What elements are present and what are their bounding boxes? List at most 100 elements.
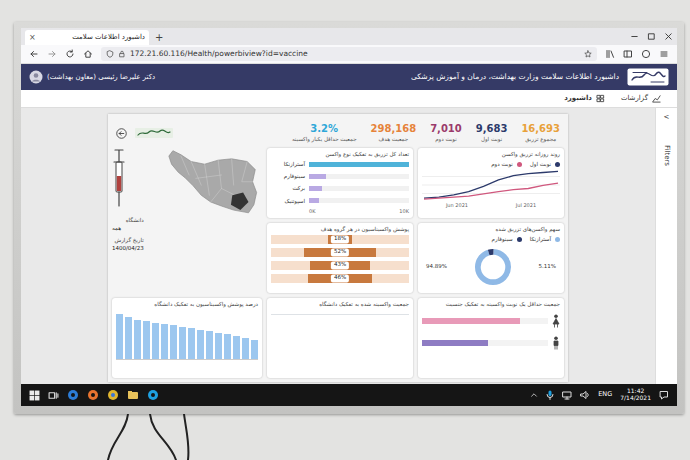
kpi-value: 16,693 (521, 123, 560, 135)
monitor: × داشبورد اطلاعات سلامت +172.21.60.116/Hea… (14, 22, 684, 414)
gender-fill (422, 340, 488, 346)
task-view-icon[interactable] (48, 390, 59, 401)
tray-chevron-icon[interactable] (530, 391, 538, 399)
new-tab-button[interactable]: + (149, 30, 169, 45)
taskbar: ENG 11:427/14/2021 (21, 384, 677, 406)
chrome-icon[interactable] (107, 389, 119, 401)
column-plot (116, 314, 258, 360)
bar-color (309, 198, 319, 203)
column-bar (215, 333, 222, 359)
home-icon[interactable] (83, 49, 93, 59)
clock[interactable]: 11:427/14/2021 (620, 388, 651, 402)
map-panel: دانشگاههمهتاریخ گزارش1400/04/23 (112, 148, 262, 293)
legend-label: آسترازنکا (530, 235, 551, 243)
vaccine-share-donut: سهم واکسن‌های تزریق شدهآسترازنکاسینوفارم… (418, 223, 564, 293)
kpi-value: 7,010 (430, 123, 462, 135)
nav-item[interactable]: داشبورد (564, 93, 605, 104)
minimize-icon[interactable] (630, 32, 639, 41)
funnel-list: 18%52%43%46% (271, 235, 409, 290)
bar-fill (309, 162, 409, 167)
notifications-icon[interactable] (659, 390, 669, 400)
bookmark-star-icon[interactable] (584, 50, 592, 58)
chart-legend: نوبت اولنوبت دوم (422, 160, 560, 168)
forward-icon[interactable] (47, 49, 57, 59)
maximize-icon[interactable] (647, 32, 656, 41)
url-text[interactable]: 172.21.60.116/Health/powerbiview?id=vacc… (130, 48, 580, 59)
column-bar (179, 327, 186, 359)
donut-row: 94.89%5.11% (422, 243, 560, 290)
browser-tab[interactable]: × داشبورد اطلاعات سلامت (25, 30, 149, 45)
wall: × داشبورد اطلاعات سلامت +172.21.60.116/Hea… (0, 0, 690, 414)
back-icon[interactable] (29, 49, 39, 59)
tab-close-button[interactable]: × (29, 32, 36, 44)
filters-label[interactable]: Filters (661, 145, 672, 166)
bar-label: سینوفارم (271, 172, 305, 180)
funnel-row: 43% (271, 261, 409, 270)
iran-map[interactable] (154, 148, 262, 278)
screen: × داشبورد اطلاعات سلامت +172.21.60.116/Hea… (21, 28, 677, 406)
header-brand: داشبورد اطلاعات سلامت وزارت بهداشت، درما… (411, 68, 669, 86)
bar-color (309, 162, 409, 167)
back-arrow-icon[interactable] (116, 128, 127, 139)
column-bar (224, 334, 231, 359)
input-language[interactable]: ENG (598, 390, 612, 400)
nav-label: گزارشات (621, 93, 648, 104)
skype-icon[interactable] (147, 389, 159, 401)
edge-icon[interactable] (67, 389, 79, 401)
funnel-value: 46% (331, 275, 349, 282)
slicer-value[interactable]: 1400/04/23 (112, 244, 144, 252)
axis-tick: 0K (309, 208, 315, 216)
windows-start-icon[interactable] (29, 390, 40, 401)
firefox-icon[interactable] (87, 389, 99, 401)
legend-item: سینوفارم (492, 235, 522, 243)
cables (0, 414, 690, 460)
coverage-funnel: پوشش واکسیناسیون در هر گروه هدف18%52%43%… (267, 223, 413, 293)
toolbar-icons (605, 49, 669, 59)
report-logo-icon (135, 126, 173, 140)
close-icon[interactable] (664, 32, 673, 41)
card-title: درصد پوشش واکسیناسیون به تفکیک دانشگاه (116, 301, 258, 308)
address-bar[interactable]: 172.21.60.116/Health/powerbiview?id=vacc… (101, 47, 597, 61)
microphone-icon[interactable] (546, 390, 554, 400)
kpi-label: جمعیت هدف (371, 135, 417, 143)
header-title: داشبورد اطلاعات سلامت وزارت بهداشت، درما… (411, 71, 619, 82)
reload-icon[interactable] (65, 49, 75, 59)
bar-label: برکت (271, 184, 305, 192)
ministry-logo-icon (627, 68, 669, 86)
axis-tick: Jul 2021 (516, 202, 536, 210)
file-explorer-icon[interactable] (127, 389, 139, 401)
donut-plot (473, 247, 513, 287)
card-title: پوشش واکسیناسیون در هر گروه هدف (271, 226, 409, 233)
donut-reading: 5.11% (539, 262, 556, 270)
report-top: 16,693مجموع تزریق9,683نوبت اول7,010نوبت … (112, 118, 564, 148)
filters-collapse-button[interactable]: < (664, 112, 670, 123)
kpi-card: 298,168جمعیت هدف (371, 123, 417, 143)
window-controls (630, 32, 673, 45)
sidebar-icon[interactable] (623, 49, 633, 59)
kpi-label: جمعیت حداقل یکبار واکسینه (292, 135, 357, 143)
funnel-value: 52% (331, 249, 349, 256)
system-tray: ENG 11:427/14/2021 (530, 388, 669, 402)
menu-icon[interactable] (659, 49, 669, 59)
dashboard-icon (596, 94, 605, 103)
legend-dot (517, 162, 522, 167)
avatar-icon[interactable] (29, 70, 43, 84)
bar-track (309, 198, 409, 203)
tab-title: داشبورد اطلاعات سلامت (40, 32, 145, 43)
column-bar (206, 331, 213, 359)
account-icon[interactable] (641, 49, 651, 59)
library-icon[interactable] (605, 49, 615, 59)
nav-item[interactable]: گزارشات (621, 93, 661, 104)
app-header: دکتر علیرضا رئیسی (معاون بهداشت) داشبورد … (21, 64, 677, 90)
volume-icon[interactable] (580, 390, 590, 400)
user-name[interactable]: دکتر علیرضا رئیسی (معاون بهداشت) (47, 72, 155, 83)
bar-row: برکت (271, 184, 409, 192)
bar-axis: 0K10K (271, 208, 409, 216)
donut-segment (478, 251, 508, 281)
page-info-icon[interactable] (118, 50, 126, 58)
slicer-value[interactable]: همه (112, 224, 144, 232)
network-icon[interactable] (562, 390, 572, 400)
filters-pane[interactable]: < Filters (655, 108, 677, 384)
donut-segment (478, 251, 508, 281)
slicer-label: دانشگاه (112, 216, 144, 224)
